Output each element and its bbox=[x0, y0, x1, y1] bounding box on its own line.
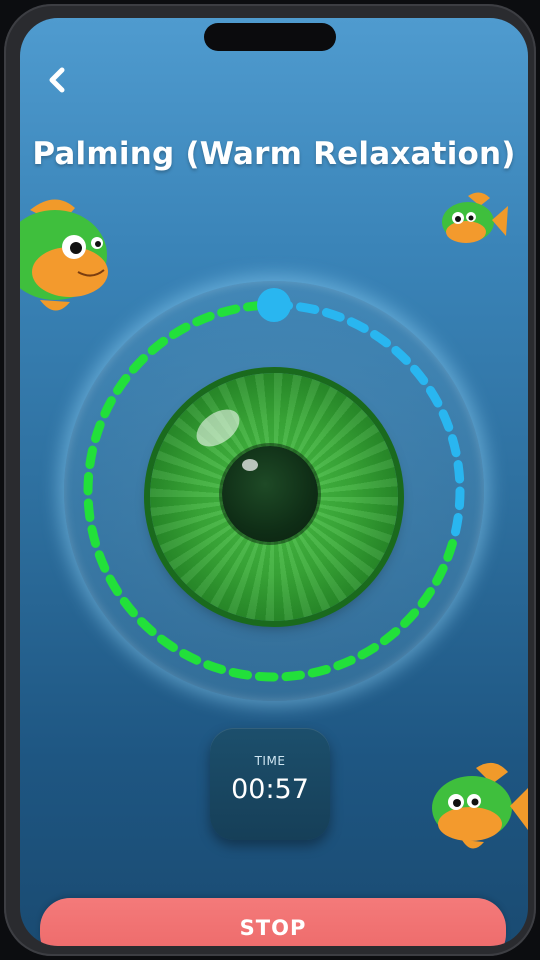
progress-ring-dash bbox=[156, 634, 178, 652]
progress-ring-dash bbox=[453, 460, 465, 484]
progress-ring-dash bbox=[346, 317, 369, 333]
progress-ring-dash bbox=[119, 596, 138, 618]
progress-ring-dash bbox=[379, 627, 401, 646]
progress-ring-dash bbox=[400, 608, 420, 628]
progress-ring-dash bbox=[168, 322, 191, 340]
timer-label: TIME bbox=[254, 754, 286, 768]
progress-ring-dash bbox=[333, 655, 356, 671]
eye-highlight-small bbox=[242, 459, 258, 471]
progress-ring-dash bbox=[105, 574, 123, 597]
progress-ring-dash bbox=[438, 409, 454, 432]
progress-ring-dash bbox=[321, 308, 345, 322]
pupil bbox=[222, 446, 318, 542]
page-title: Palming (Warm Relaxation) bbox=[32, 136, 516, 172]
progress-knob bbox=[257, 288, 291, 322]
fish-illustration-bottom-right bbox=[432, 762, 528, 849]
progress-ring-dash bbox=[417, 587, 435, 609]
progress-ring-dash bbox=[450, 512, 463, 537]
app-screen: Palming (Warm Relaxation) TIME 00:57 STO… bbox=[20, 18, 528, 946]
back-button[interactable] bbox=[38, 60, 78, 100]
progress-ring-dash bbox=[87, 524, 101, 548]
progress-ring-dash bbox=[295, 302, 320, 315]
progress-ring-dash bbox=[203, 660, 227, 674]
progress-ring-dash bbox=[357, 642, 380, 660]
progress-ring-dash bbox=[228, 667, 253, 680]
progress-ring-dash bbox=[307, 664, 331, 678]
progress-ring-dash bbox=[254, 671, 279, 682]
progress-ring-dash bbox=[454, 486, 465, 511]
progress-ring-dash bbox=[100, 396, 116, 419]
progress-ring-dash bbox=[443, 538, 457, 562]
progress-ring-dash bbox=[432, 563, 448, 586]
eye-illustration bbox=[150, 373, 398, 621]
progress-ring-dash bbox=[85, 445, 98, 470]
progress-ring-dash bbox=[147, 336, 169, 355]
progress-ring-dash bbox=[179, 649, 202, 665]
stop-button[interactable]: STOP bbox=[40, 898, 506, 946]
timer-value: 00:57 bbox=[231, 774, 309, 805]
timer-card: TIME 00:57 bbox=[210, 728, 330, 840]
progress-ring-dash bbox=[83, 498, 95, 522]
fish-illustration-top-right bbox=[442, 192, 508, 243]
camera-notch bbox=[204, 23, 336, 51]
progress-ring-dash bbox=[370, 330, 392, 348]
progress-ring-dash bbox=[94, 550, 110, 573]
progress-ring-dash bbox=[128, 354, 148, 374]
progress-ring-dash bbox=[281, 670, 305, 682]
progress-ring-dash bbox=[217, 304, 241, 318]
progress-ring-dash bbox=[137, 617, 157, 637]
progress-ring-dash bbox=[192, 311, 215, 327]
progress-ring-dash bbox=[425, 385, 443, 408]
progress-ring-dash bbox=[410, 364, 429, 386]
progress-ring-dash bbox=[91, 420, 105, 444]
progress-ring-dash bbox=[447, 434, 461, 458]
phone-frame: Palming (Warm Relaxation) TIME 00:57 STO… bbox=[4, 4, 536, 956]
progress-ring-dash bbox=[113, 373, 131, 395]
progress-ring-dash bbox=[391, 345, 411, 365]
chevron-left-icon bbox=[49, 67, 65, 93]
progress-ring-dash bbox=[83, 471, 94, 496]
